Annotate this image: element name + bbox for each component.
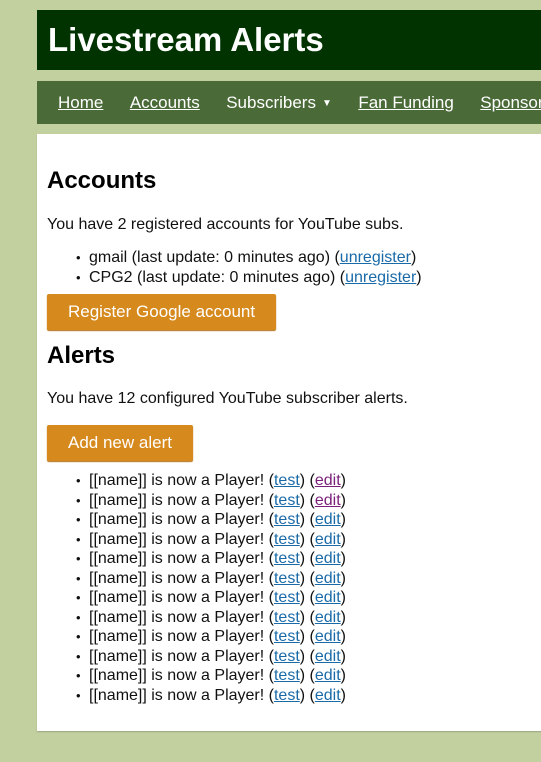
- alerts-list: [[name]] is now a Player! (test) (edit)[…: [47, 471, 541, 705]
- caret-down-icon: ▼: [321, 98, 332, 109]
- edit-alert-link[interactable]: edit: [315, 472, 341, 489]
- accounts-heading: Accounts: [47, 167, 157, 194]
- main-nav: Home Accounts Subscribers ▼ Fan Funding S…: [37, 81, 541, 124]
- test-alert-link[interactable]: test: [274, 687, 300, 704]
- test-alert-link[interactable]: test: [274, 609, 300, 626]
- nav-subscribers-label: Subscribers: [226, 93, 316, 112]
- add-new-alert-button[interactable]: Add new alert: [47, 425, 193, 461]
- edit-alert-link[interactable]: edit: [315, 492, 341, 509]
- alert-item: [[name]] is now a Player! (test) (edit): [76, 491, 541, 511]
- test-alert-link[interactable]: test: [274, 667, 300, 684]
- alert-item: [[name]] is now a Player! (test) (edit): [76, 627, 541, 647]
- alert-item: [[name]] is now a Player! (test) (edit): [76, 666, 541, 686]
- nav-sponsors[interactable]: Sponsors: [480, 81, 541, 124]
- test-alert-link[interactable]: test: [274, 492, 300, 509]
- nav-accounts[interactable]: Accounts: [130, 81, 200, 124]
- site-title: Livestream Alerts: [48, 21, 324, 58]
- register-google-account-button[interactable]: Register Google account: [47, 294, 277, 330]
- nav-fan-funding[interactable]: Fan Funding: [358, 81, 453, 124]
- unregister-link[interactable]: unregister: [345, 269, 416, 286]
- alert-item: [[name]] is now a Player! (test) (edit): [76, 588, 541, 608]
- alert-item: [[name]] is now a Player! (test) (edit): [76, 510, 541, 530]
- edit-alert-link[interactable]: edit: [315, 648, 341, 665]
- nav-home[interactable]: Home: [58, 81, 103, 124]
- site-header: Livestream Alerts: [37, 10, 541, 70]
- accounts-summary: You have 2 registered accounts for YouTu…: [47, 216, 404, 233]
- test-alert-link[interactable]: test: [274, 570, 300, 587]
- alert-item: [[name]] is now a Player! (test) (edit): [76, 549, 541, 569]
- edit-alert-link[interactable]: edit: [315, 531, 341, 548]
- edit-alert-link[interactable]: edit: [315, 550, 341, 567]
- test-alert-link[interactable]: test: [274, 628, 300, 645]
- edit-alert-link[interactable]: edit: [315, 667, 341, 684]
- unregister-link[interactable]: unregister: [340, 249, 411, 266]
- edit-alert-link[interactable]: edit: [315, 511, 341, 528]
- account-item: CPG2 (last update: 0 minutes ago) (unreg…: [76, 268, 541, 288]
- nav-subscribers-dropdown[interactable]: Subscribers ▼: [226, 81, 332, 125]
- main-content: Accounts You have 2 registered accounts …: [37, 134, 541, 731]
- alert-item: [[name]] is now a Player! (test) (edit): [76, 686, 541, 706]
- alerts-heading: Alerts: [47, 342, 116, 369]
- alert-item: [[name]] is now a Player! (test) (edit): [76, 647, 541, 667]
- test-alert-link[interactable]: test: [274, 648, 300, 665]
- alert-item: [[name]] is now a Player! (test) (edit): [76, 471, 541, 491]
- edit-alert-link[interactable]: edit: [315, 570, 341, 587]
- edit-alert-link[interactable]: edit: [315, 687, 341, 704]
- test-alert-link[interactable]: test: [274, 472, 300, 489]
- edit-alert-link[interactable]: edit: [315, 628, 341, 645]
- edit-alert-link[interactable]: edit: [315, 589, 341, 606]
- alerts-summary: You have 12 configured YouTube subscribe…: [47, 390, 408, 407]
- test-alert-link[interactable]: test: [274, 511, 300, 528]
- alert-item: [[name]] is now a Player! (test) (edit): [76, 530, 541, 550]
- edit-alert-link[interactable]: edit: [315, 609, 341, 626]
- account-item: gmail (last update: 0 minutes ago) (unre…: [76, 248, 541, 268]
- accounts-list: gmail (last update: 0 minutes ago) (unre…: [47, 248, 541, 287]
- test-alert-link[interactable]: test: [274, 589, 300, 606]
- test-alert-link[interactable]: test: [274, 531, 300, 548]
- alert-item: [[name]] is now a Player! (test) (edit): [76, 608, 541, 628]
- alert-item: [[name]] is now a Player! (test) (edit): [76, 569, 541, 589]
- test-alert-link[interactable]: test: [274, 550, 300, 567]
